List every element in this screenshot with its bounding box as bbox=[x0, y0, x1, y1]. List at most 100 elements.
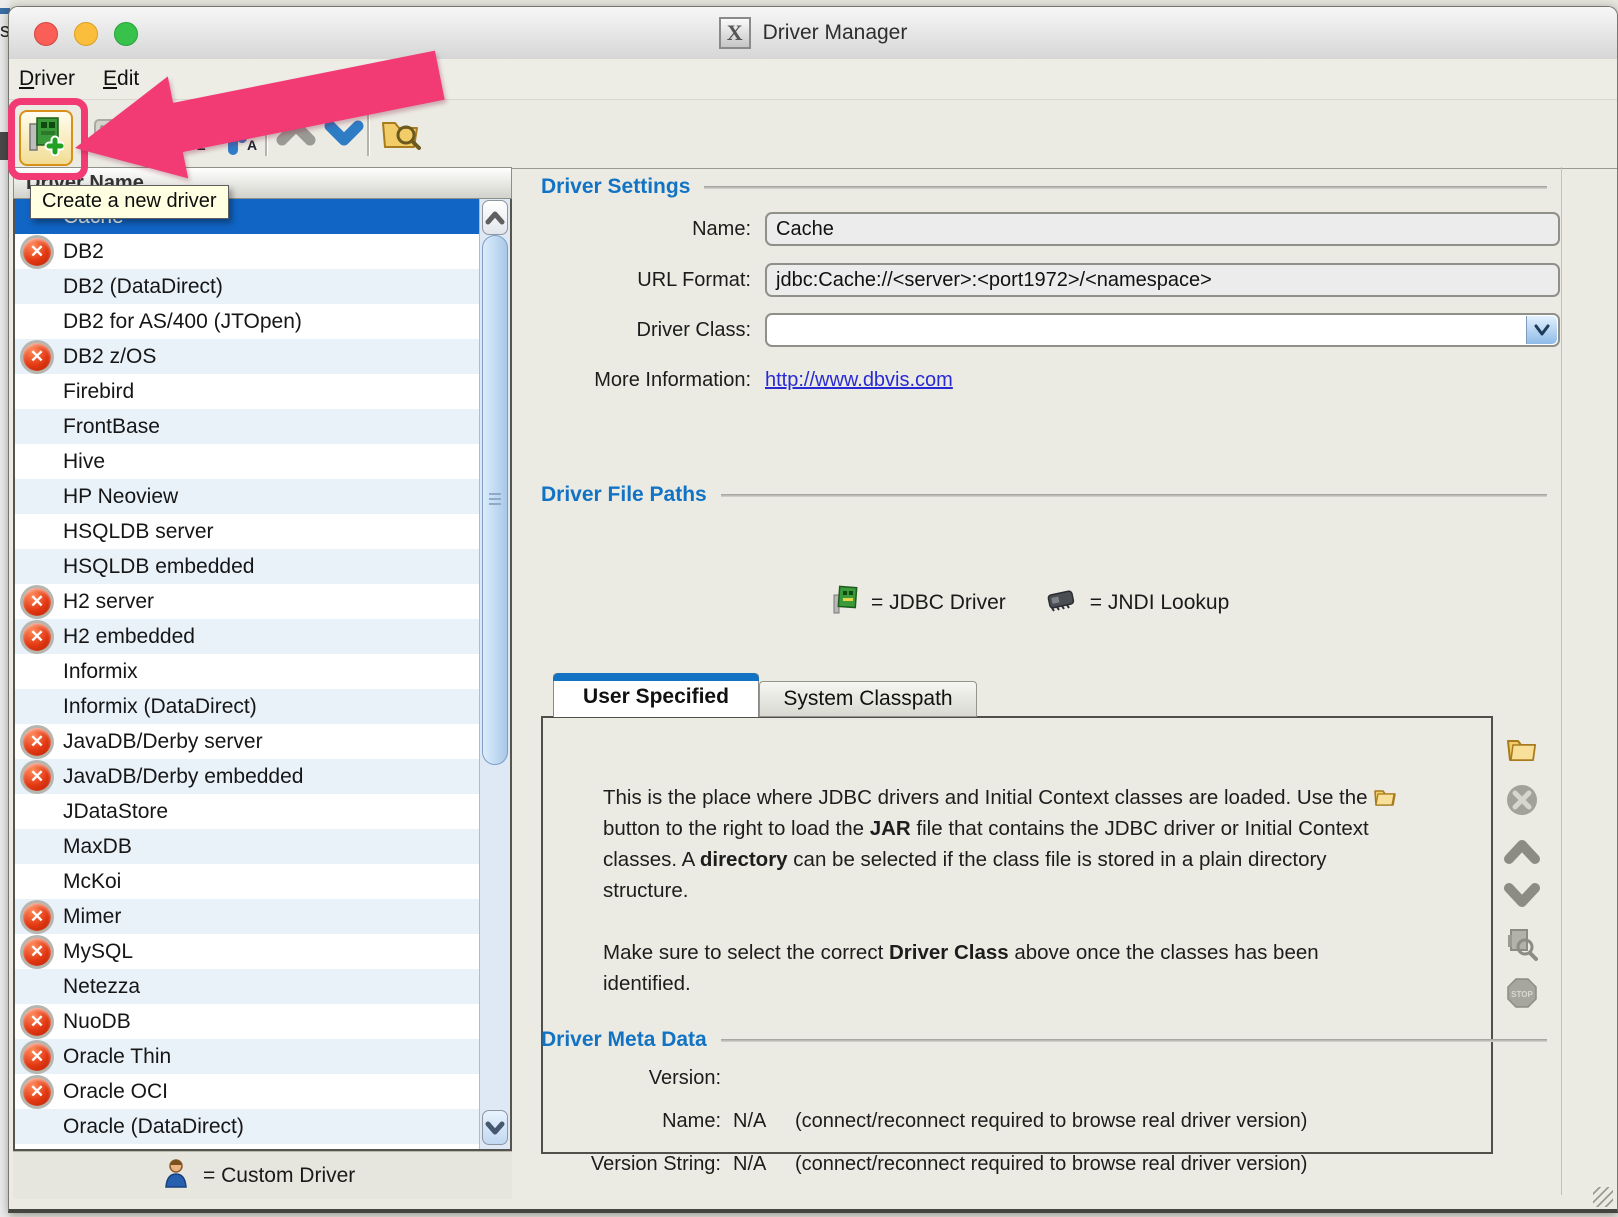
jndi-lookup-icon bbox=[1044, 587, 1078, 619]
svg-text:A: A bbox=[197, 113, 207, 129]
tab-label: System Classpath bbox=[783, 687, 952, 711]
list-item[interactable]: H2 server bbox=[15, 584, 480, 619]
list-item[interactable]: Oracle OCI bbox=[15, 1074, 480, 1109]
stop-button[interactable]: STOP bbox=[1505, 976, 1539, 1010]
list-item[interactable]: Oracle (DataDirect) bbox=[15, 1109, 480, 1144]
driver-name-label: Hive bbox=[63, 450, 105, 474]
meta-name-label: Name: bbox=[541, 1110, 733, 1133]
menu-bar: Driver Edit bbox=[9, 59, 1617, 99]
driver-name-label: HSQLDB embedded bbox=[63, 555, 254, 579]
driver-error-icon bbox=[23, 938, 51, 966]
list-scrollbar bbox=[479, 199, 510, 1149]
sort-descending-button[interactable]: A Z bbox=[169, 112, 213, 158]
svg-text:STOP: STOP bbox=[1511, 990, 1533, 999]
driver-name-label: DB2 for AS/400 (JTOpen) bbox=[63, 310, 302, 334]
list-item[interactable]: DB2 for AS/400 (JTOpen) bbox=[15, 304, 480, 339]
tab-system-classpath[interactable]: System Classpath bbox=[759, 681, 977, 717]
screen: { "background": { "edge_glyph": "s" }, "… bbox=[0, 0, 1618, 1217]
list-item[interactable]: DB2 bbox=[15, 234, 480, 269]
driver-name-label: Informix bbox=[63, 660, 138, 684]
list-item[interactable]: JDataStore bbox=[15, 794, 480, 829]
section-rule bbox=[704, 186, 1547, 189]
move-up-button[interactable] bbox=[275, 118, 317, 152]
chevron-up-icon bbox=[276, 118, 316, 153]
list-item[interactable]: DB2 (DataDirect) bbox=[15, 269, 480, 304]
driver-error-icon bbox=[23, 763, 51, 791]
driver-name-label: NuoDB bbox=[63, 1010, 131, 1034]
scrollbar-thumb[interactable] bbox=[482, 235, 508, 765]
list-item[interactable]: H2 embedded bbox=[15, 619, 480, 654]
url-format-field[interactable]: jdbc:Cache://<server>:<port1972>/<namesp… bbox=[765, 263, 1560, 297]
url-format-row: URL Format: jdbc:Cache://<server>:<port1… bbox=[541, 263, 1560, 297]
list-item[interactable]: Hive bbox=[15, 444, 480, 479]
url-format-label: URL Format: bbox=[541, 269, 765, 292]
list-item[interactable]: MySQL bbox=[15, 934, 480, 969]
list-item[interactable]: JavaDB/Derby server bbox=[15, 724, 480, 759]
remove-driver-icon bbox=[91, 116, 125, 155]
svg-text:Z: Z bbox=[247, 113, 256, 129]
move-path-up-button[interactable] bbox=[1505, 837, 1539, 871]
find-driver-class-button[interactable] bbox=[1505, 929, 1539, 963]
x11-app-icon: X bbox=[719, 17, 751, 49]
section-title: Driver Meta Data bbox=[541, 1028, 707, 1052]
dbvis-link[interactable]: http://www.dbvis.com bbox=[765, 369, 953, 392]
list-item[interactable]: Informix (DataDirect) bbox=[15, 689, 480, 724]
list-item[interactable]: HP Neoview bbox=[15, 479, 480, 514]
svg-text:A: A bbox=[247, 137, 257, 153]
move-down-button[interactable] bbox=[323, 118, 365, 152]
section-title: Driver Settings bbox=[541, 175, 690, 199]
remove-circle-icon bbox=[1505, 783, 1539, 822]
driver-name-label: MySQL bbox=[63, 940, 133, 964]
meta-version-row: Version: bbox=[541, 1067, 733, 1090]
menu-driver[interactable]: Driver bbox=[19, 67, 75, 91]
list-item[interactable]: MaxDB bbox=[15, 829, 480, 864]
tooltip: Create a new driver bbox=[30, 185, 229, 219]
active-tab-stripe bbox=[553, 673, 759, 681]
version-string-note: (connect/reconnect required to browse re… bbox=[795, 1153, 1307, 1176]
list-item[interactable]: Firebird bbox=[15, 374, 480, 409]
name-row: Name: Cache bbox=[541, 212, 1560, 246]
list-item[interactable]: Informix bbox=[15, 654, 480, 689]
tab-user-specified[interactable]: User Specified bbox=[553, 673, 759, 717]
title-bar: X Driver Manager bbox=[9, 7, 1617, 60]
scroll-down-button[interactable] bbox=[482, 1110, 508, 1145]
driver-error-icon bbox=[23, 623, 51, 651]
list-item[interactable]: McKoi bbox=[15, 864, 480, 899]
find-driver-files-button[interactable] bbox=[379, 110, 425, 160]
driver-name-label: Oracle OCI bbox=[63, 1080, 168, 1104]
combo-dropdown-button[interactable] bbox=[1526, 316, 1557, 344]
list-item[interactable]: HSQLDB server bbox=[15, 514, 480, 549]
section-rule bbox=[721, 494, 1547, 497]
list-item[interactable]: HSQLDB embedded bbox=[15, 549, 480, 584]
open-file-button[interactable] bbox=[1505, 733, 1539, 767]
driver-detail-panel: Driver Settings Name: Cache URL Format: … bbox=[531, 167, 1562, 1195]
driver-name-label: JDataStore bbox=[63, 800, 168, 824]
list-item[interactable]: FrontBase bbox=[15, 409, 480, 444]
scroll-up-button[interactable] bbox=[482, 200, 508, 235]
sort-ascending-button[interactable]: Z A bbox=[219, 112, 263, 158]
svg-text:Z: Z bbox=[197, 137, 206, 153]
chevron-down-icon bbox=[1504, 882, 1540, 913]
list-item[interactable]: Oracle Thin bbox=[15, 1039, 480, 1074]
resize-grip[interactable] bbox=[1593, 1187, 1613, 1207]
move-path-down-button[interactable] bbox=[1505, 880, 1539, 914]
toolbar-separator bbox=[367, 108, 370, 156]
list-item[interactable]: DB2 z/OS bbox=[15, 339, 480, 374]
open-folder-icon bbox=[1505, 733, 1539, 768]
chevron-up-icon bbox=[1504, 839, 1540, 870]
instructions-paragraph-1: This is the place where JDBC drivers and… bbox=[603, 782, 1411, 906]
list-item[interactable]: Mimer bbox=[15, 899, 480, 934]
remove-path-button[interactable] bbox=[1505, 785, 1539, 819]
list-item[interactable]: JavaDB/Derby embedded bbox=[15, 759, 480, 794]
more-information-row: More Information: http://www.dbvis.com bbox=[541, 365, 953, 395]
list-item[interactable]: Netezza bbox=[15, 969, 480, 1004]
driver-name-label: DB2 bbox=[63, 240, 104, 264]
chevron-down-icon bbox=[324, 118, 364, 153]
menu-edit[interactable]: Edit bbox=[103, 67, 139, 91]
driver-name-label: H2 server bbox=[63, 590, 154, 614]
remove-driver-button[interactable] bbox=[89, 116, 127, 154]
name-field[interactable]: Cache bbox=[765, 212, 1560, 246]
tab-label: User Specified bbox=[583, 685, 729, 709]
driver-class-combo[interactable] bbox=[765, 313, 1560, 347]
list-item[interactable]: NuoDB bbox=[15, 1004, 480, 1039]
